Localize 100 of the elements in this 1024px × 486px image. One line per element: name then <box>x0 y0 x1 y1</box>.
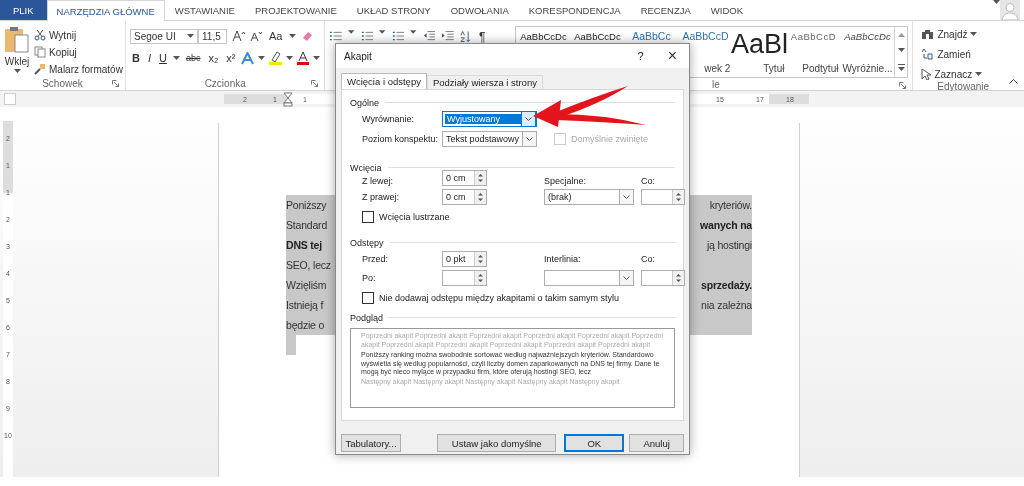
eraser-icon[interactable] <box>301 30 314 42</box>
format-painter-label[interactable]: Malarz formatów <box>49 63 123 75</box>
copy-label[interactable]: Kopiuj <box>49 46 77 58</box>
collapse-ribbon-icon[interactable] <box>1009 79 1018 84</box>
dropdown-field[interactable] <box>544 270 634 286</box>
ribbon-tab[interactable]: UKŁAD STRONY <box>346 0 441 20</box>
spin-arrows-icon[interactable] <box>475 271 486 285</box>
field-label: Co: <box>641 176 656 186</box>
text-effects-icon[interactable] <box>241 51 255 65</box>
style-preview[interactable]: AaBbCcDc <box>520 30 567 43</box>
font-size-field[interactable]: 11,5 <box>198 28 227 44</box>
numbering-icon[interactable] <box>360 30 374 42</box>
dialog-button[interactable]: Tabulatory... <box>341 434 401 452</box>
binoculars-icon[interactable] <box>921 28 935 40</box>
ribbon-tab[interactable]: WIDOK <box>700 0 753 20</box>
spin-field[interactable] <box>442 270 487 286</box>
cut-label[interactable]: Wytnij <box>49 29 77 41</box>
decrease-indent-icon[interactable] <box>422 30 436 42</box>
style-name[interactable]: Wyróżnie... <box>842 63 895 74</box>
grow-font-icon[interactable] <box>232 30 245 42</box>
style-preview[interactable]: AaBbCcD <box>790 30 837 43</box>
scissors-icon[interactable] <box>34 29 46 41</box>
dialog-tab[interactable]: Podziały wiersza i strony <box>426 75 543 89</box>
spin-field[interactable]: 0 cm <box>442 170 487 186</box>
style-preview[interactable]: AaBbCc <box>632 30 671 43</box>
close-button[interactable]: × <box>663 47 681 65</box>
dropdown-field[interactable]: (brak) <box>544 189 634 205</box>
format-button[interactable]: B <box>130 52 142 64</box>
style-name[interactable]: Podtytuł <box>802 63 841 74</box>
paragraph-text: będzie o <box>286 319 325 331</box>
dialog-tab[interactable]: Wcięcia i odstępy <box>341 73 427 89</box>
ribbon-tab[interactable]: KORESPONDENCJA <box>518 0 631 20</box>
show-formatting-button[interactable]: ¶ <box>477 30 488 44</box>
field-label: Co: <box>641 254 656 264</box>
ribbon-tab[interactable]: PLIK <box>0 0 47 20</box>
chevron-down-icon[interactable] <box>525 117 532 121</box>
replace-icon[interactable] <box>921 48 935 60</box>
dialog-launcher-icon[interactable] <box>899 82 907 89</box>
ribbon-tab[interactable]: NARZĘDZIA GŁÓWNE <box>46 0 165 21</box>
help-button[interactable]: ? <box>625 50 656 62</box>
checkbox[interactable]: Nie dodawaj odstępu między akapitami o takim samym stylu <box>362 292 620 304</box>
chevron-down-icon[interactable] <box>623 195 630 199</box>
ribbon-tab[interactable]: RECENZJA <box>630 0 701 20</box>
shrink-font-icon[interactable] <box>250 30 262 42</box>
bullets-icon[interactable] <box>329 30 343 42</box>
spin-arrows-icon[interactable] <box>673 190 684 204</box>
format-button[interactable]: abc <box>183 53 203 63</box>
dialog-button[interactable]: Ustaw jako domyślne <box>437 434 557 452</box>
chevron-down-icon[interactable] <box>623 276 630 280</box>
chevron-down-icon[interactable] <box>526 137 533 141</box>
spin-arrows-icon[interactable] <box>475 190 486 204</box>
paste-icon[interactable] <box>4 26 30 54</box>
style-name[interactable]: Tytuł <box>763 63 787 74</box>
font-family-field[interactable]: Segoe UI <box>130 28 198 44</box>
spin-arrows-icon[interactable] <box>475 171 486 185</box>
brush-icon[interactable] <box>34 63 46 75</box>
indent-marker-icon[interactable] <box>283 92 293 107</box>
style-preview[interactable]: AaBbCcD <box>682 30 729 43</box>
format-button[interactable]: U <box>157 52 169 64</box>
caret-icon <box>187 34 194 38</box>
checkbox[interactable]: Wcięcia lustrzane <box>362 211 450 223</box>
scroll-up-icon[interactable] <box>897 32 905 37</box>
increase-indent-icon[interactable] <box>441 30 455 42</box>
caret-icon <box>970 32 978 36</box>
ribbon-tab[interactable]: WSTAWIANIE <box>164 0 245 20</box>
style-preview[interactable]: AaBbCcDc <box>844 30 891 43</box>
dropdown-field[interactable]: Wyjustowany <box>442 111 537 127</box>
spin-arrows-icon[interactable] <box>673 271 684 285</box>
group-label: Schowek <box>42 77 83 89</box>
replace-label[interactable]: Zamień <box>937 48 971 60</box>
cursor-icon[interactable] <box>921 68 932 80</box>
format-button[interactable]: I <box>145 52 153 64</box>
format-button[interactable]: x₂ <box>206 52 221 64</box>
ribbon-tab[interactable]: PROJEKTOWANIE <box>244 0 347 20</box>
dialog-launcher-icon[interactable] <box>112 80 119 87</box>
style-name[interactable]: wek 2 <box>704 63 733 74</box>
format-button[interactable]: x² <box>224 52 238 64</box>
spin-field[interactable]: 0 cm <box>442 189 487 205</box>
spin-field[interactable]: 0 pkt <box>442 251 487 267</box>
spin-field[interactable] <box>641 189 685 205</box>
field-label: Z prawej: <box>362 192 400 202</box>
dialog-button[interactable]: Anuluj <box>629 434 684 452</box>
select-label[interactable]: Zaznacz <box>934 68 973 80</box>
spin-arrows-icon[interactable] <box>475 252 486 266</box>
sort-icon[interactable] <box>460 30 471 43</box>
paste-label[interactable]: Wklej <box>4 56 30 67</box>
multilevel-list-icon[interactable] <box>391 30 405 42</box>
font-color-icon[interactable] <box>297 51 310 65</box>
dropdown-field[interactable]: Tekst podstawowy <box>442 131 537 147</box>
style-preview[interactable]: AaBl <box>730 30 788 58</box>
ribbon-tab[interactable]: ODWOŁANIA <box>440 0 519 20</box>
dialog-launcher-icon[interactable] <box>311 80 319 87</box>
more-styles-icon[interactable] <box>897 64 905 72</box>
highlighter-icon[interactable] <box>269 51 283 65</box>
style-preview[interactable]: AaBbCcDc <box>574 30 621 43</box>
change-case-button[interactable]: Aa <box>267 30 285 42</box>
ok-button[interactable]: OK <box>564 434 625 452</box>
field-label: Poziom konspektu: <box>362 134 440 144</box>
find-label[interactable]: Znajdź <box>937 28 968 40</box>
spin-field[interactable] <box>641 270 685 286</box>
